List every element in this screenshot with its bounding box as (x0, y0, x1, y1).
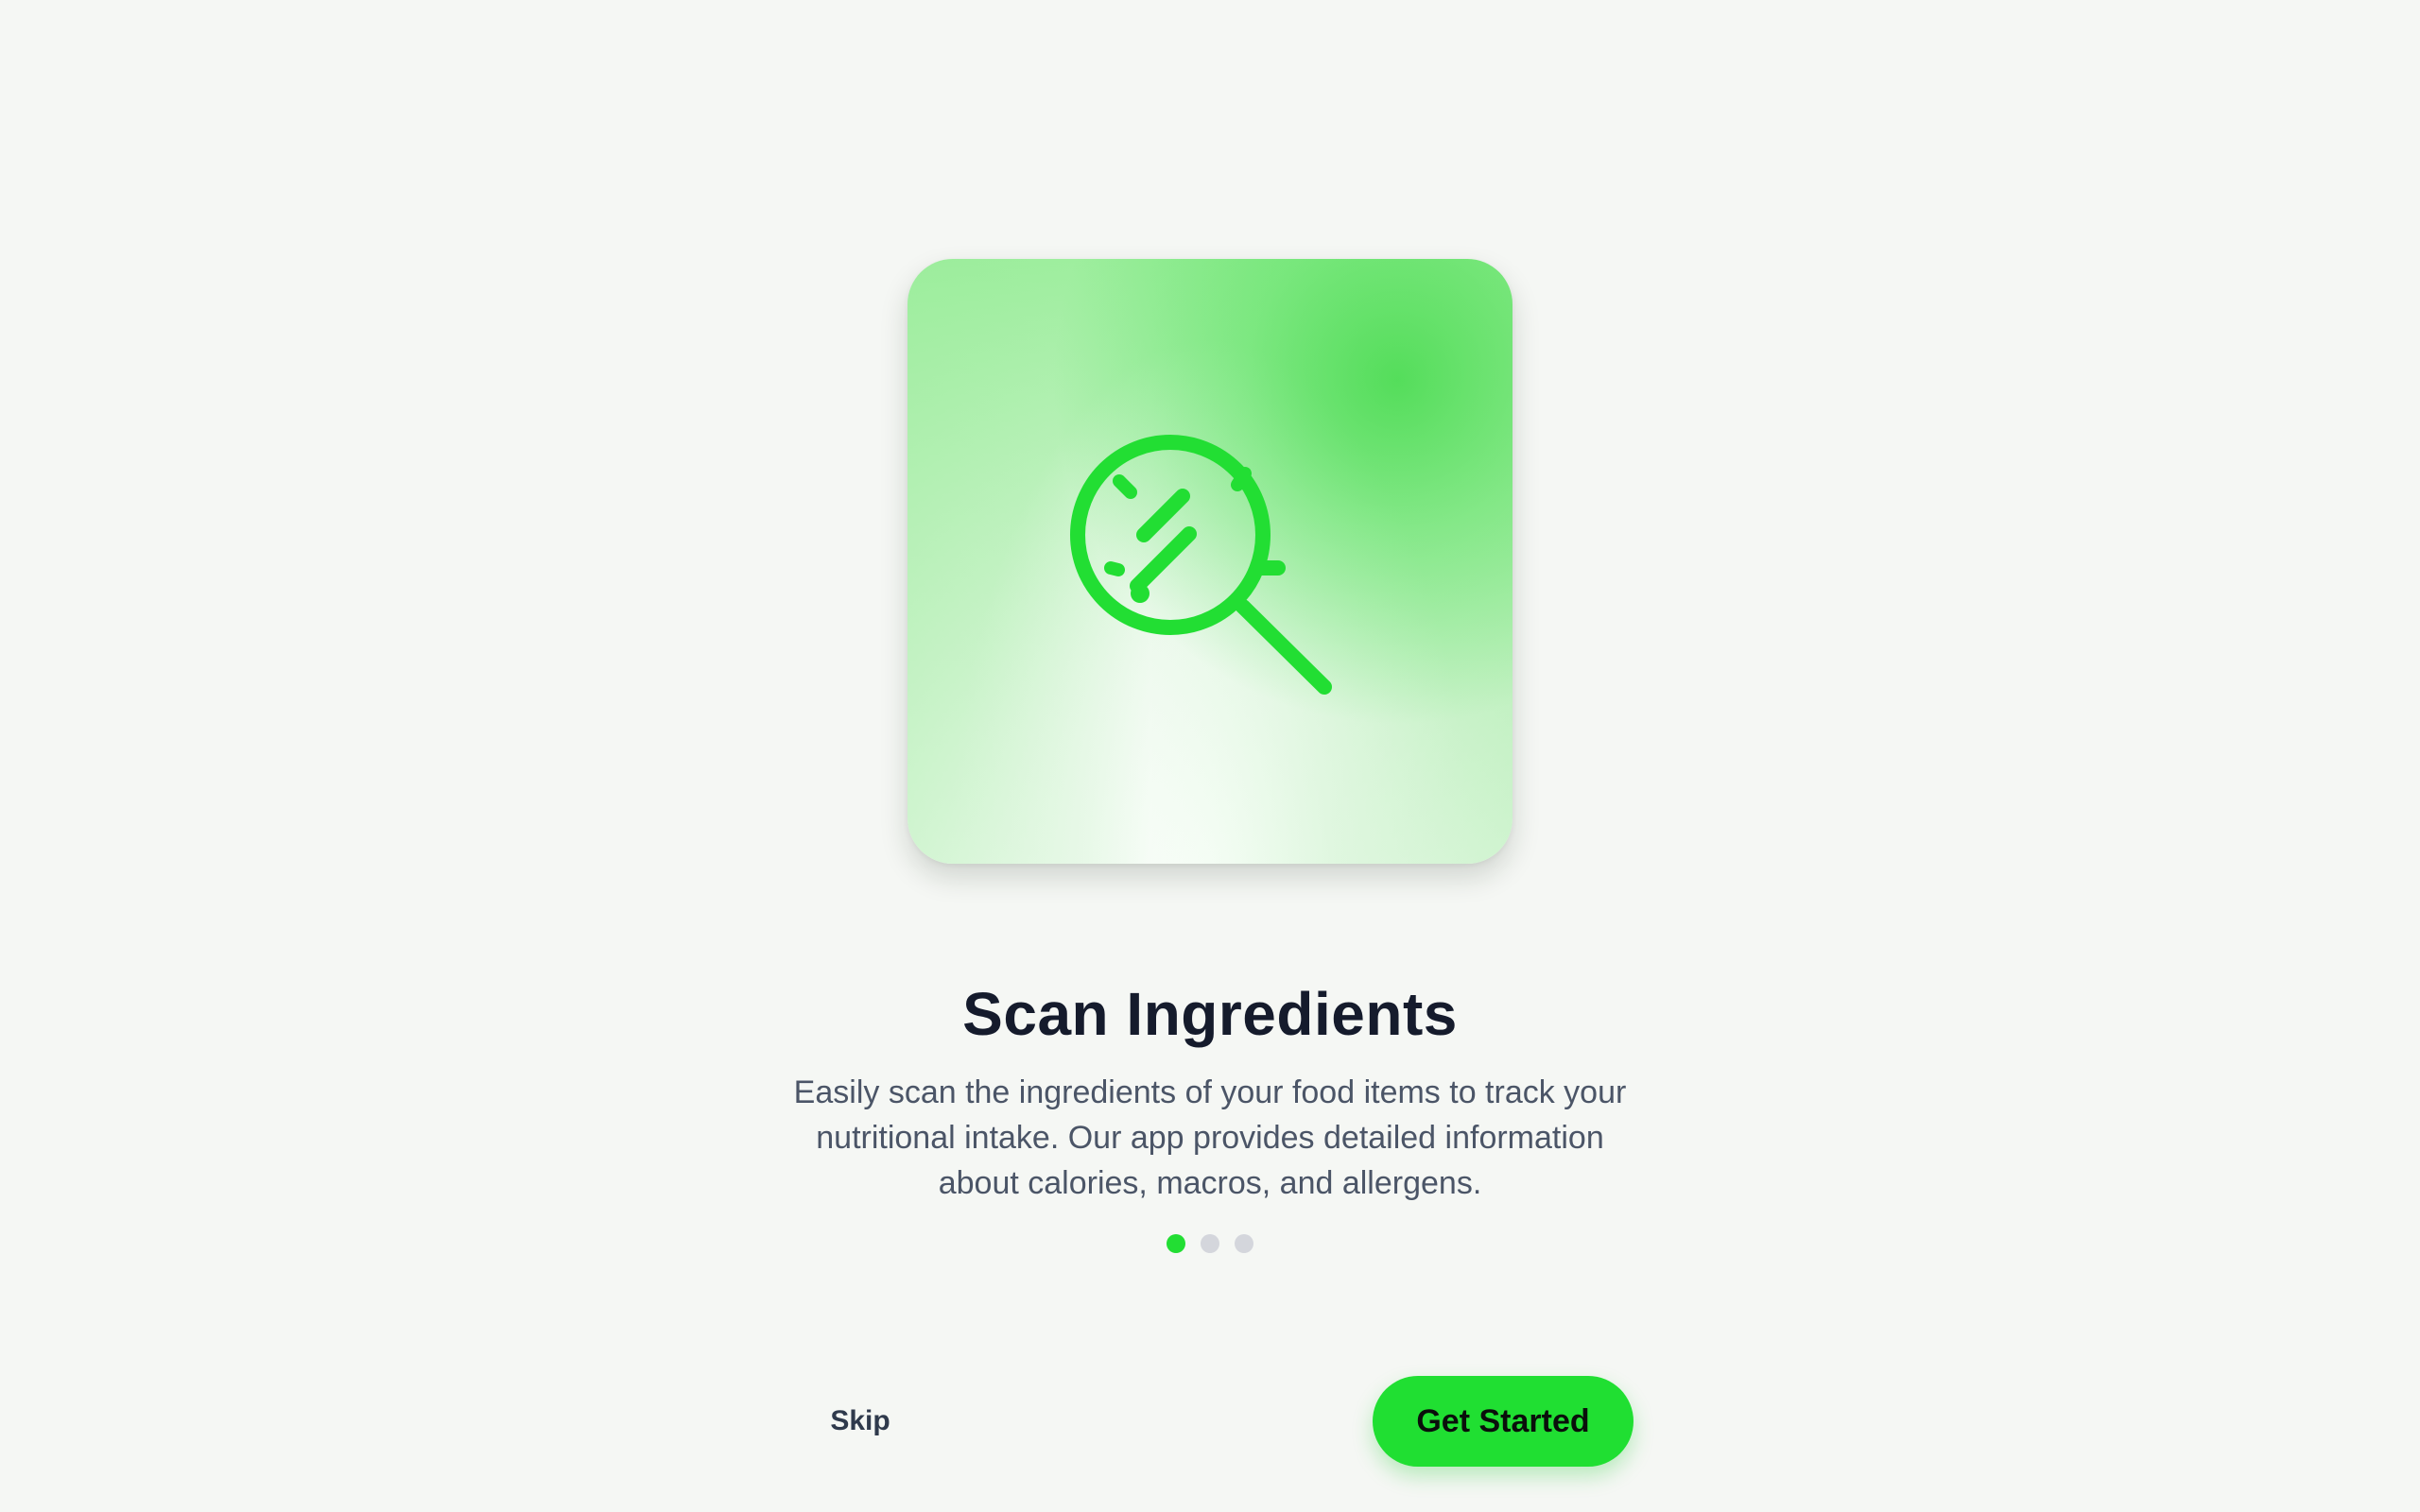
page-description: Easily scan the ingredients of your food… (793, 1074, 1627, 1201)
onboarding-screen: Scan Ingredients Easily scan the ingredi… (0, 0, 2420, 1512)
skip-button[interactable]: Skip (804, 1389, 917, 1453)
pagination-dots (0, 1234, 2420, 1253)
pagination-dot-3[interactable] (1235, 1234, 1253, 1253)
get-started-button[interactable]: Get Started (1373, 1376, 1634, 1467)
pagination-dot-1[interactable] (1167, 1234, 1185, 1253)
hero-illustration-card (908, 259, 1512, 864)
page-title: Scan Ingredients (962, 979, 1458, 1048)
pagination-dot-2[interactable] (1201, 1234, 1219, 1253)
magnifying-glass-scan-icon (1070, 435, 1332, 695)
